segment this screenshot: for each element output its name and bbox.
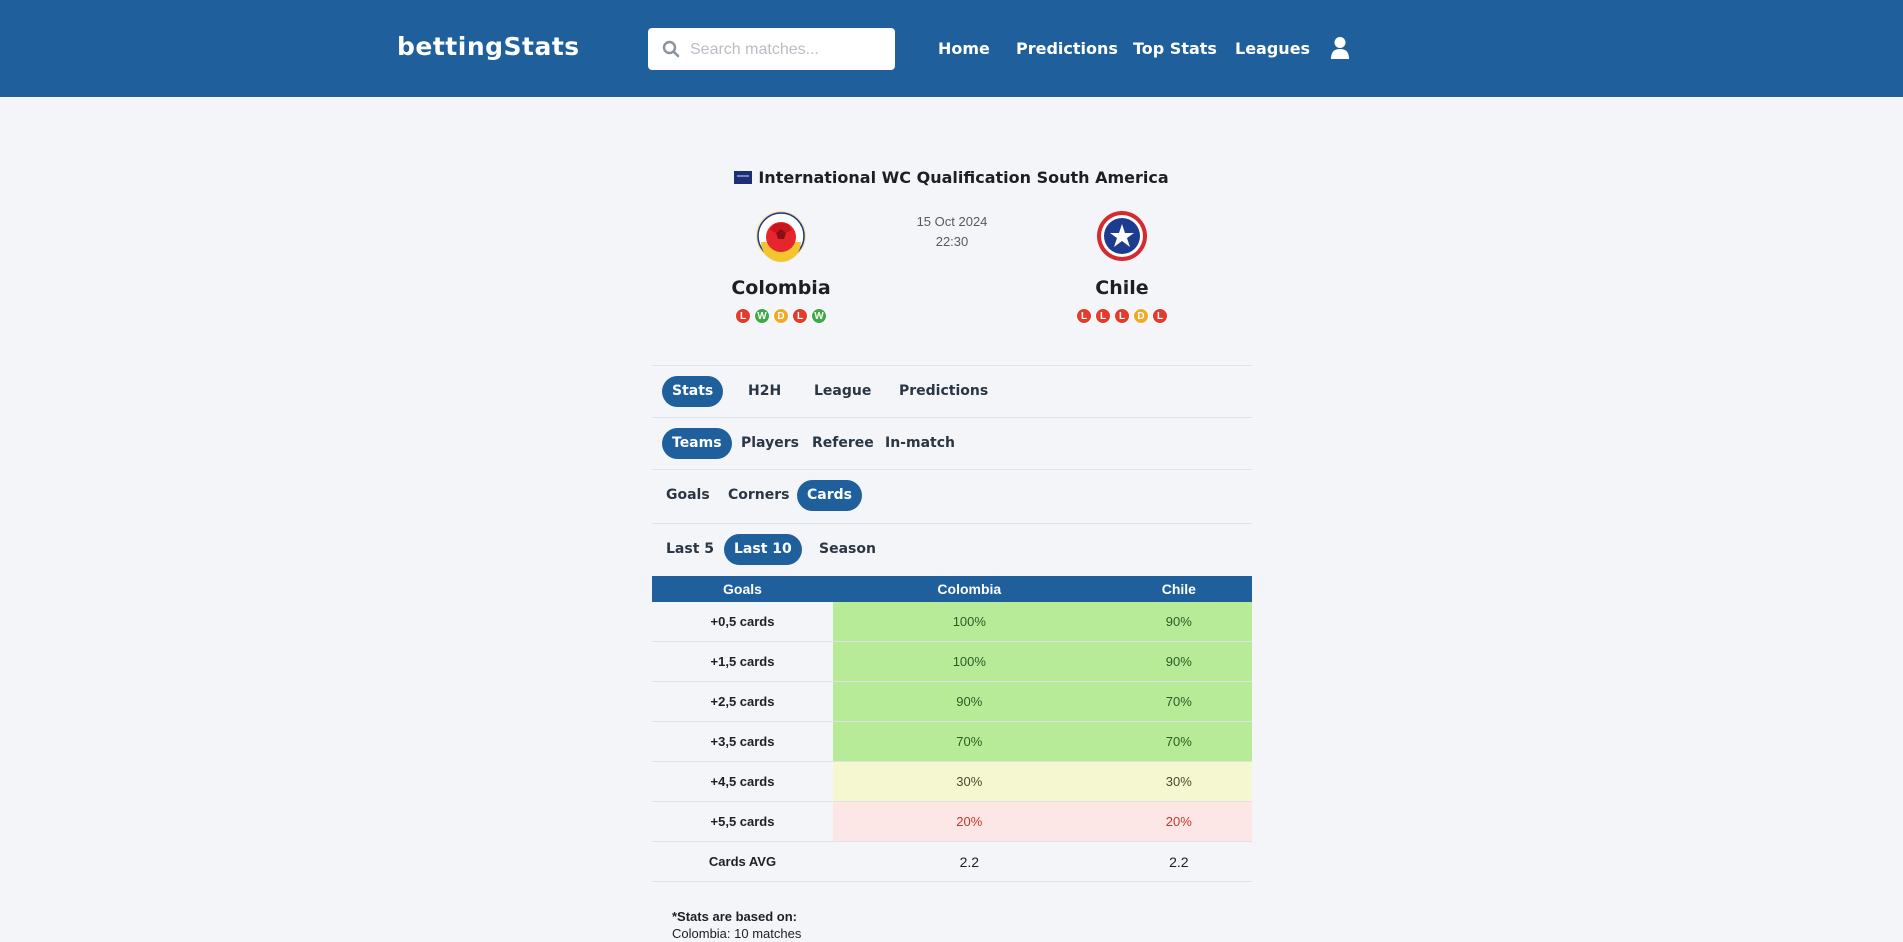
home-value: 30% bbox=[833, 761, 1106, 802]
tab-cards[interactable]: Cards bbox=[797, 480, 862, 511]
table-row: +1,5 cards 100% 90% bbox=[652, 641, 1252, 682]
away-value: 70% bbox=[1105, 721, 1252, 762]
range-tabs: Last 5 Last 10 Season bbox=[652, 523, 1252, 575]
cards-stats-table: Goals Colombia Chile +0,5 cards 100% 90%… bbox=[652, 576, 1252, 882]
table-row: +4,5 cards 30% 30% bbox=[652, 761, 1252, 802]
nav-top-stats[interactable]: Top Stats bbox=[1133, 39, 1217, 58]
form-badge: D bbox=[1133, 308, 1149, 324]
form-badge: W bbox=[754, 308, 770, 324]
away-value: 20% bbox=[1105, 801, 1252, 842]
competition-name: International WC Qualification South Ame… bbox=[758, 168, 1169, 187]
competition-title: International WC Qualification South Ame… bbox=[0, 168, 1903, 187]
search-box[interactable] bbox=[648, 28, 895, 70]
row-label: +4,5 cards bbox=[652, 761, 833, 802]
away-value: 30% bbox=[1105, 761, 1252, 802]
tab-corners[interactable]: Corners bbox=[718, 480, 800, 511]
form-badge: D bbox=[773, 308, 789, 324]
home-value: 2.2 bbox=[833, 841, 1106, 882]
row-label: +3,5 cards bbox=[652, 721, 833, 762]
away-value: 70% bbox=[1105, 681, 1252, 722]
home-value: 70% bbox=[833, 721, 1106, 762]
column-header: Goals bbox=[652, 576, 833, 602]
row-label: +0,5 cards bbox=[652, 602, 833, 642]
form-badge: L bbox=[735, 308, 751, 324]
tab-last-10[interactable]: Last 10 bbox=[724, 534, 802, 565]
table-row: +0,5 cards 100% 90% bbox=[652, 602, 1252, 642]
chile-crest-icon bbox=[1097, 211, 1147, 261]
form-badge: L bbox=[1095, 308, 1111, 324]
form-badge: W bbox=[811, 308, 827, 324]
tab-in-match[interactable]: In-match bbox=[875, 428, 965, 459]
row-label: +5,5 cards bbox=[652, 801, 833, 842]
tab-goals[interactable]: Goals bbox=[656, 480, 720, 511]
user-icon[interactable] bbox=[1330, 36, 1350, 60]
away-form: L L L D L bbox=[1042, 308, 1202, 324]
table-header-row: Goals Colombia Chile bbox=[652, 576, 1252, 602]
table-row: +3,5 cards 70% 70% bbox=[652, 721, 1252, 762]
tab-predictions[interactable]: Predictions bbox=[889, 376, 998, 407]
scope-tabs: Teams Players Referee In-match bbox=[652, 417, 1252, 469]
home-team[interactable]: Colombia L W D L W bbox=[701, 210, 861, 324]
tab-last-5[interactable]: Last 5 bbox=[656, 534, 724, 565]
column-header: Chile bbox=[1105, 576, 1252, 602]
home-form: L W D L W bbox=[701, 308, 861, 324]
tab-season[interactable]: Season bbox=[809, 534, 886, 565]
tab-stats[interactable]: Stats bbox=[662, 376, 724, 407]
nav-home[interactable]: Home bbox=[938, 39, 990, 58]
table-row: +5,5 cards 20% 20% bbox=[652, 801, 1252, 842]
away-value: 2.2 bbox=[1105, 841, 1252, 882]
table-row: Cards AVG 2.2 2.2 bbox=[652, 841, 1252, 882]
home-value: 90% bbox=[833, 681, 1106, 722]
form-badge: L bbox=[1152, 308, 1168, 324]
home-value: 20% bbox=[833, 801, 1106, 842]
main-tabs: Stats H2H League Predictions bbox=[652, 365, 1252, 417]
footnote-line: Colombia: 10 matches bbox=[672, 926, 802, 941]
away-team[interactable]: Chile L L L D L bbox=[1042, 210, 1202, 324]
column-header: Colombia bbox=[833, 576, 1106, 602]
kickoff-info: 15 Oct 2024 22:30 bbox=[900, 212, 1004, 252]
away-value: 90% bbox=[1105, 602, 1252, 642]
row-label: Cards AVG bbox=[652, 841, 833, 882]
away-team-name: Chile bbox=[1095, 277, 1149, 299]
tab-teams[interactable]: Teams bbox=[662, 428, 732, 459]
site-logo[interactable]: bettingStats bbox=[397, 32, 580, 61]
form-badge: L bbox=[792, 308, 808, 324]
match-date: 15 Oct 2024 bbox=[916, 214, 988, 229]
row-label: +1,5 cards bbox=[652, 641, 833, 682]
nav-leagues[interactable]: Leagues bbox=[1235, 39, 1310, 58]
tab-league[interactable]: League bbox=[804, 376, 881, 407]
top-navbar: bettingStats Home Predictions Top Stats … bbox=[0, 0, 1903, 97]
tab-players[interactable]: Players bbox=[731, 428, 809, 459]
home-value: 100% bbox=[833, 602, 1106, 642]
search-icon bbox=[662, 40, 680, 58]
form-badge: L bbox=[1076, 308, 1092, 324]
match-time: 22:30 bbox=[935, 234, 969, 249]
category-tabs: Goals Corners Cards bbox=[652, 469, 1252, 521]
home-team-name: Colombia bbox=[731, 277, 831, 299]
row-label: +2,5 cards bbox=[652, 681, 833, 722]
home-value: 100% bbox=[833, 641, 1106, 682]
search-input[interactable] bbox=[688, 36, 887, 64]
table-row: +2,5 cards 90% 70% bbox=[652, 681, 1252, 722]
colombia-crest-icon bbox=[756, 211, 806, 262]
tab-h2h[interactable]: H2H bbox=[738, 376, 791, 407]
away-value: 90% bbox=[1105, 641, 1252, 682]
flag-icon bbox=[734, 171, 753, 184]
nav-predictions[interactable]: Predictions bbox=[1016, 39, 1118, 58]
form-badge: L bbox=[1114, 308, 1130, 324]
tab-referee[interactable]: Referee bbox=[802, 428, 884, 459]
